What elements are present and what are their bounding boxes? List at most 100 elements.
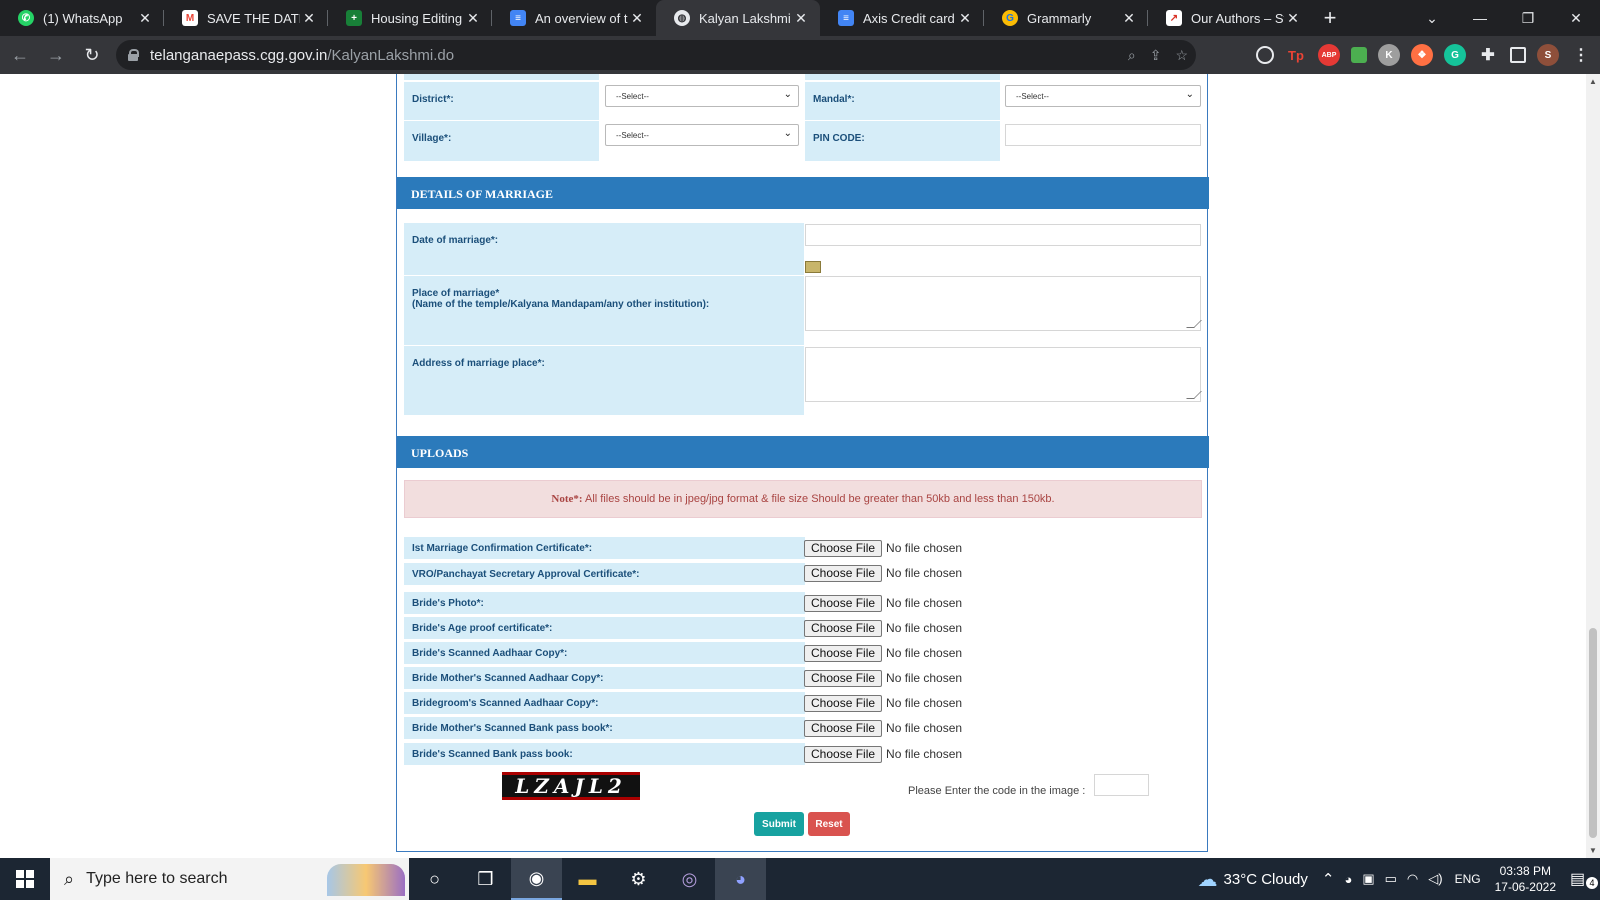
choose-file-button[interactable]: Choose File bbox=[804, 619, 883, 637]
village-select[interactable]: --Select-- ⌄ bbox=[605, 124, 799, 146]
file-input-bride-mother-aadhaar[interactable]: Choose File No file chosen bbox=[804, 667, 962, 689]
tab-overview[interactable]: ≡ An overview of th ✕ bbox=[492, 0, 656, 36]
side-panel-icon[interactable] bbox=[1510, 47, 1526, 63]
place-of-marriage-label: Place of marriage* (Name of the temple/K… bbox=[404, 276, 804, 345]
chevron-up-icon[interactable]: ⌃ bbox=[1322, 870, 1335, 888]
choose-file-button[interactable]: Choose File bbox=[804, 694, 883, 712]
k-extension-icon[interactable]: K bbox=[1378, 44, 1400, 66]
captcha-prompt: Please Enter the code in the image : bbox=[908, 785, 1086, 797]
close-tab-icon[interactable]: ✕ bbox=[136, 10, 154, 27]
tab-housing-editing[interactable]: + Housing Editing S ✕ bbox=[328, 0, 492, 36]
new-tab-button[interactable]: + bbox=[1312, 0, 1348, 36]
calendar-icon[interactable] bbox=[805, 261, 821, 273]
choose-file-button[interactable]: Choose File bbox=[804, 669, 883, 687]
cortana-icon[interactable]: ○ bbox=[409, 858, 460, 900]
file-input-bridegroom-aadhaar[interactable]: Choose File No file chosen bbox=[804, 692, 962, 714]
extension-icon[interactable] bbox=[1351, 47, 1367, 63]
resize-grip-icon[interactable] bbox=[1186, 391, 1202, 399]
puzzle-icon[interactable]: ✚ bbox=[1477, 44, 1499, 66]
choose-file-button[interactable]: Choose File bbox=[804, 719, 883, 737]
district-select[interactable]: --Select-- ⌄ bbox=[605, 85, 799, 107]
battery-icon[interactable]: ▭ bbox=[1385, 871, 1397, 887]
close-window-icon[interactable]: ✕ bbox=[1552, 0, 1600, 36]
language-indicator[interactable]: ENG bbox=[1455, 872, 1481, 886]
resize-grip-icon[interactable] bbox=[1186, 320, 1202, 328]
submit-button[interactable]: Submit bbox=[754, 812, 804, 836]
weather-text[interactable]: 33°C Cloudy bbox=[1224, 871, 1308, 888]
tab-grammarly[interactable]: G Grammarly ✕ bbox=[984, 0, 1148, 36]
task-view-icon[interactable]: ❒ bbox=[460, 858, 511, 900]
grammarly-icon[interactable]: G bbox=[1444, 44, 1466, 66]
tab-title: Axis Credit card a bbox=[863, 10, 956, 26]
share-icon[interactable]: ⇪ bbox=[1150, 47, 1162, 64]
choose-file-button[interactable]: Choose File bbox=[804, 644, 883, 662]
choose-file-button[interactable]: Choose File bbox=[804, 594, 883, 612]
settings-icon[interactable]: ⚙ bbox=[613, 858, 664, 900]
address-of-marriage-textarea[interactable] bbox=[805, 347, 1202, 402]
adblock-icon[interactable]: ABP bbox=[1318, 44, 1340, 66]
profile-avatar[interactable]: S bbox=[1537, 44, 1559, 66]
reload-icon[interactable]: ↻ bbox=[76, 39, 108, 71]
captcha-input[interactable] bbox=[1094, 774, 1149, 796]
extension-icon[interactable] bbox=[1256, 46, 1274, 64]
restore-icon[interactable]: ❐ bbox=[1504, 0, 1552, 36]
file-input-bride-age-proof[interactable]: Choose File No file chosen bbox=[804, 617, 962, 639]
taskbar-search-box[interactable]: ⌕ Type here to search bbox=[50, 858, 409, 900]
scrollbar-thumb[interactable] bbox=[1589, 628, 1597, 838]
file-input-bride-mother-passbook[interactable]: Choose File No file chosen bbox=[804, 717, 962, 739]
extension-icon[interactable]: ❖ bbox=[1411, 44, 1433, 66]
notification-center-icon[interactable]: ▤ 4 bbox=[1570, 869, 1600, 889]
chrome-icon[interactable]: ◉ bbox=[511, 858, 562, 900]
volume-icon[interactable]: ◁) bbox=[1428, 871, 1442, 887]
kalyan-lakshmi-form: District*: --Select-- ⌄ Mandal*: --Selec… bbox=[396, 74, 1209, 852]
file-explorer-icon[interactable]: ▬ bbox=[562, 858, 613, 900]
close-tab-icon[interactable]: ✕ bbox=[792, 10, 810, 27]
wifi-icon[interactable]: ◠ bbox=[1407, 871, 1418, 887]
choose-file-button[interactable]: Choose File bbox=[804, 539, 883, 557]
back-icon[interactable]: ← bbox=[4, 39, 36, 71]
clock[interactable]: 03:38 PM 17-06-2022 bbox=[1495, 863, 1556, 895]
close-tab-icon[interactable]: ✕ bbox=[956, 10, 974, 27]
bookmark-star-icon[interactable]: ☆ bbox=[1175, 47, 1188, 64]
device-icon[interactable]: ▣ bbox=[1362, 871, 1374, 887]
choose-file-button[interactable]: Choose File bbox=[804, 745, 883, 763]
lock-icon[interactable] bbox=[128, 49, 139, 61]
tab-search-icon[interactable]: ⌄ bbox=[1408, 0, 1456, 36]
tab-gmail[interactable]: M SAVE THE DATE: 4 ✕ bbox=[164, 0, 328, 36]
file-input-bride-passbook[interactable]: Choose File No file chosen bbox=[804, 743, 962, 765]
file-input-marriage-certificate[interactable]: Choose File No file chosen bbox=[804, 537, 962, 559]
file-input-bride-aadhaar[interactable]: Choose File No file chosen bbox=[804, 642, 962, 664]
tab-whatsapp[interactable]: ✆ (1) WhatsApp ✕ bbox=[0, 0, 164, 36]
page-scrollbar[interactable]: ▲ ▼ bbox=[1586, 74, 1600, 858]
zoom-icon[interactable]: ⌕ bbox=[1128, 47, 1136, 64]
chevron-down-icon: ⌄ bbox=[783, 128, 792, 139]
discord-icon[interactable]: ◕ bbox=[715, 858, 766, 900]
reset-button[interactable]: Reset bbox=[808, 812, 850, 836]
discord-tray-icon[interactable]: ◕ bbox=[1344, 872, 1352, 887]
minimize-icon[interactable]: — bbox=[1456, 0, 1504, 36]
start-button[interactable] bbox=[0, 858, 50, 900]
close-tab-icon[interactable]: ✕ bbox=[628, 10, 646, 27]
weather-cloud-icon[interactable]: ☁ bbox=[1198, 867, 1218, 892]
choose-file-button[interactable]: Choose File bbox=[804, 564, 883, 582]
close-tab-icon[interactable]: ✕ bbox=[1284, 10, 1302, 27]
app-icon[interactable]: ◎ bbox=[664, 858, 715, 900]
address-bar[interactable]: telanganaepass.cgg.gov.in/KalyanLakshmi.… bbox=[116, 40, 1196, 70]
close-tab-icon[interactable]: ✕ bbox=[300, 10, 318, 27]
forward-icon[interactable]: → bbox=[40, 39, 72, 71]
tab-axis-credit-card[interactable]: ≡ Axis Credit card a ✕ bbox=[820, 0, 984, 36]
file-input-vro-approval[interactable]: Choose File No file chosen bbox=[804, 562, 962, 584]
date-of-marriage-input[interactable] bbox=[805, 224, 1201, 246]
scroll-up-icon[interactable]: ▲ bbox=[1586, 77, 1600, 86]
close-tab-icon[interactable]: ✕ bbox=[1120, 10, 1138, 27]
pincode-input[interactable] bbox=[1005, 124, 1201, 146]
mandal-select[interactable]: --Select-- ⌄ bbox=[1005, 85, 1201, 107]
place-of-marriage-textarea[interactable] bbox=[805, 276, 1202, 331]
file-input-bride-photo[interactable]: Choose File No file chosen bbox=[804, 592, 962, 614]
close-tab-icon[interactable]: ✕ bbox=[464, 10, 482, 27]
tab-our-authors[interactable]: ↗ Our Authors – Sty ✕ bbox=[1148, 0, 1312, 36]
tab-kalyan-lakshmi[interactable]: ◍ Kalyan Lakshmi M ✕ bbox=[656, 0, 820, 36]
menu-icon[interactable]: ⋮ bbox=[1570, 44, 1592, 66]
tp-extension-icon[interactable]: Tp bbox=[1285, 44, 1307, 66]
scroll-down-icon[interactable]: ▼ bbox=[1586, 846, 1600, 855]
